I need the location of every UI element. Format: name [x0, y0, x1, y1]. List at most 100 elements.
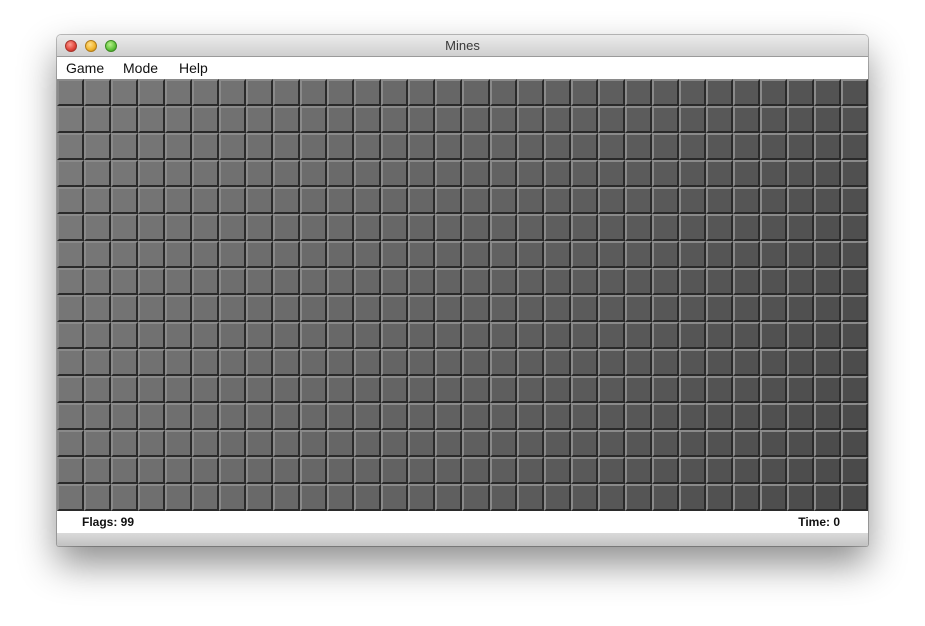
mine-tile[interactable]	[489, 457, 517, 484]
mine-tile[interactable]	[570, 241, 598, 268]
mine-tile[interactable]	[57, 133, 85, 160]
mine-tile[interactable]	[678, 187, 706, 214]
mine-tile[interactable]	[813, 322, 841, 349]
mine-tile[interactable]	[462, 349, 490, 376]
mine-tile[interactable]	[273, 187, 301, 214]
mine-tile[interactable]	[165, 133, 193, 160]
mine-tile[interactable]	[651, 106, 679, 133]
mine-tile[interactable]	[57, 403, 85, 430]
mine-tile[interactable]	[543, 403, 571, 430]
mine-tile[interactable]	[246, 241, 274, 268]
mine-tile[interactable]	[138, 457, 166, 484]
mine-tile[interactable]	[165, 79, 193, 106]
mine-tile[interactable]	[300, 403, 328, 430]
mine-tile[interactable]	[840, 241, 868, 268]
mine-tile[interactable]	[381, 214, 409, 241]
mine-tile[interactable]	[786, 214, 814, 241]
mine-tile[interactable]	[381, 187, 409, 214]
mine-tile[interactable]	[354, 133, 382, 160]
mine-tile[interactable]	[57, 376, 85, 403]
mine-tile[interactable]	[624, 430, 652, 457]
mine-tile[interactable]	[840, 376, 868, 403]
mine-tile[interactable]	[273, 430, 301, 457]
mine-tile[interactable]	[408, 106, 436, 133]
mine-tile[interactable]	[246, 106, 274, 133]
mine-tile[interactable]	[354, 241, 382, 268]
mine-tile[interactable]	[678, 241, 706, 268]
mine-tile[interactable]	[516, 79, 544, 106]
mine-tile[interactable]	[813, 349, 841, 376]
mine-tile[interactable]	[516, 457, 544, 484]
mine-tile[interactable]	[705, 268, 733, 295]
mine-tile[interactable]	[273, 79, 301, 106]
mine-tile[interactable]	[300, 457, 328, 484]
mine-tile[interactable]	[84, 430, 112, 457]
mine-tile[interactable]	[651, 241, 679, 268]
mine-tile[interactable]	[138, 403, 166, 430]
mine-tile[interactable]	[759, 106, 787, 133]
mine-tile[interactable]	[813, 295, 841, 322]
mine-tile[interactable]	[354, 484, 382, 511]
mine-tile[interactable]	[489, 106, 517, 133]
mine-tile[interactable]	[840, 295, 868, 322]
mine-tile[interactable]	[570, 106, 598, 133]
mine-tile[interactable]	[219, 484, 247, 511]
mine-tile[interactable]	[165, 322, 193, 349]
mine-tile[interactable]	[219, 160, 247, 187]
mine-tile[interactable]	[246, 268, 274, 295]
mine-tile[interactable]	[516, 106, 544, 133]
mine-tile[interactable]	[111, 403, 139, 430]
mine-tile[interactable]	[381, 241, 409, 268]
mine-tile[interactable]	[138, 322, 166, 349]
mine-tile[interactable]	[138, 79, 166, 106]
mine-tile[interactable]	[489, 430, 517, 457]
mine-tile[interactable]	[624, 268, 652, 295]
mine-tile[interactable]	[273, 106, 301, 133]
mine-tile[interactable]	[813, 133, 841, 160]
mine-tile[interactable]	[651, 268, 679, 295]
mine-tile[interactable]	[408, 133, 436, 160]
mine-tile[interactable]	[354, 268, 382, 295]
mine-tile[interactable]	[678, 160, 706, 187]
mine-tile[interactable]	[327, 484, 355, 511]
mine-tile[interactable]	[273, 457, 301, 484]
mine-tile[interactable]	[300, 106, 328, 133]
mine-tile[interactable]	[678, 133, 706, 160]
mine-tile[interactable]	[624, 187, 652, 214]
mine-tile[interactable]	[786, 322, 814, 349]
mine-tile[interactable]	[165, 106, 193, 133]
mine-tile[interactable]	[543, 268, 571, 295]
mine-tile[interactable]	[192, 295, 220, 322]
mine-tile[interactable]	[732, 133, 760, 160]
mine-tile[interactable]	[732, 187, 760, 214]
mine-tile[interactable]	[462, 106, 490, 133]
mine-tile[interactable]	[57, 322, 85, 349]
mine-tile[interactable]	[624, 376, 652, 403]
mine-tile[interactable]	[435, 268, 463, 295]
mine-tile[interactable]	[813, 457, 841, 484]
mine-tile[interactable]	[543, 295, 571, 322]
mine-tile[interactable]	[300, 484, 328, 511]
mine-tile[interactable]	[732, 403, 760, 430]
mine-tile[interactable]	[570, 160, 598, 187]
mine-tile[interactable]	[516, 241, 544, 268]
mine-tile[interactable]	[732, 106, 760, 133]
mine-tile[interactable]	[462, 376, 490, 403]
mine-tile[interactable]	[840, 79, 868, 106]
mine-tile[interactable]	[381, 403, 409, 430]
mine-tile[interactable]	[813, 268, 841, 295]
mine-tile[interactable]	[678, 457, 706, 484]
mine-tile[interactable]	[111, 268, 139, 295]
mine-tile[interactable]	[354, 160, 382, 187]
mine-tile[interactable]	[57, 241, 85, 268]
mine-tile[interactable]	[678, 430, 706, 457]
mine-tile[interactable]	[57, 268, 85, 295]
mine-tile[interactable]	[219, 187, 247, 214]
mine-tile[interactable]	[786, 79, 814, 106]
mine-tile[interactable]	[462, 322, 490, 349]
mine-tile[interactable]	[381, 160, 409, 187]
mine-tile[interactable]	[165, 376, 193, 403]
mine-tile[interactable]	[705, 106, 733, 133]
mine-tile[interactable]	[705, 322, 733, 349]
menu-mode[interactable]: Mode	[123, 57, 158, 79]
